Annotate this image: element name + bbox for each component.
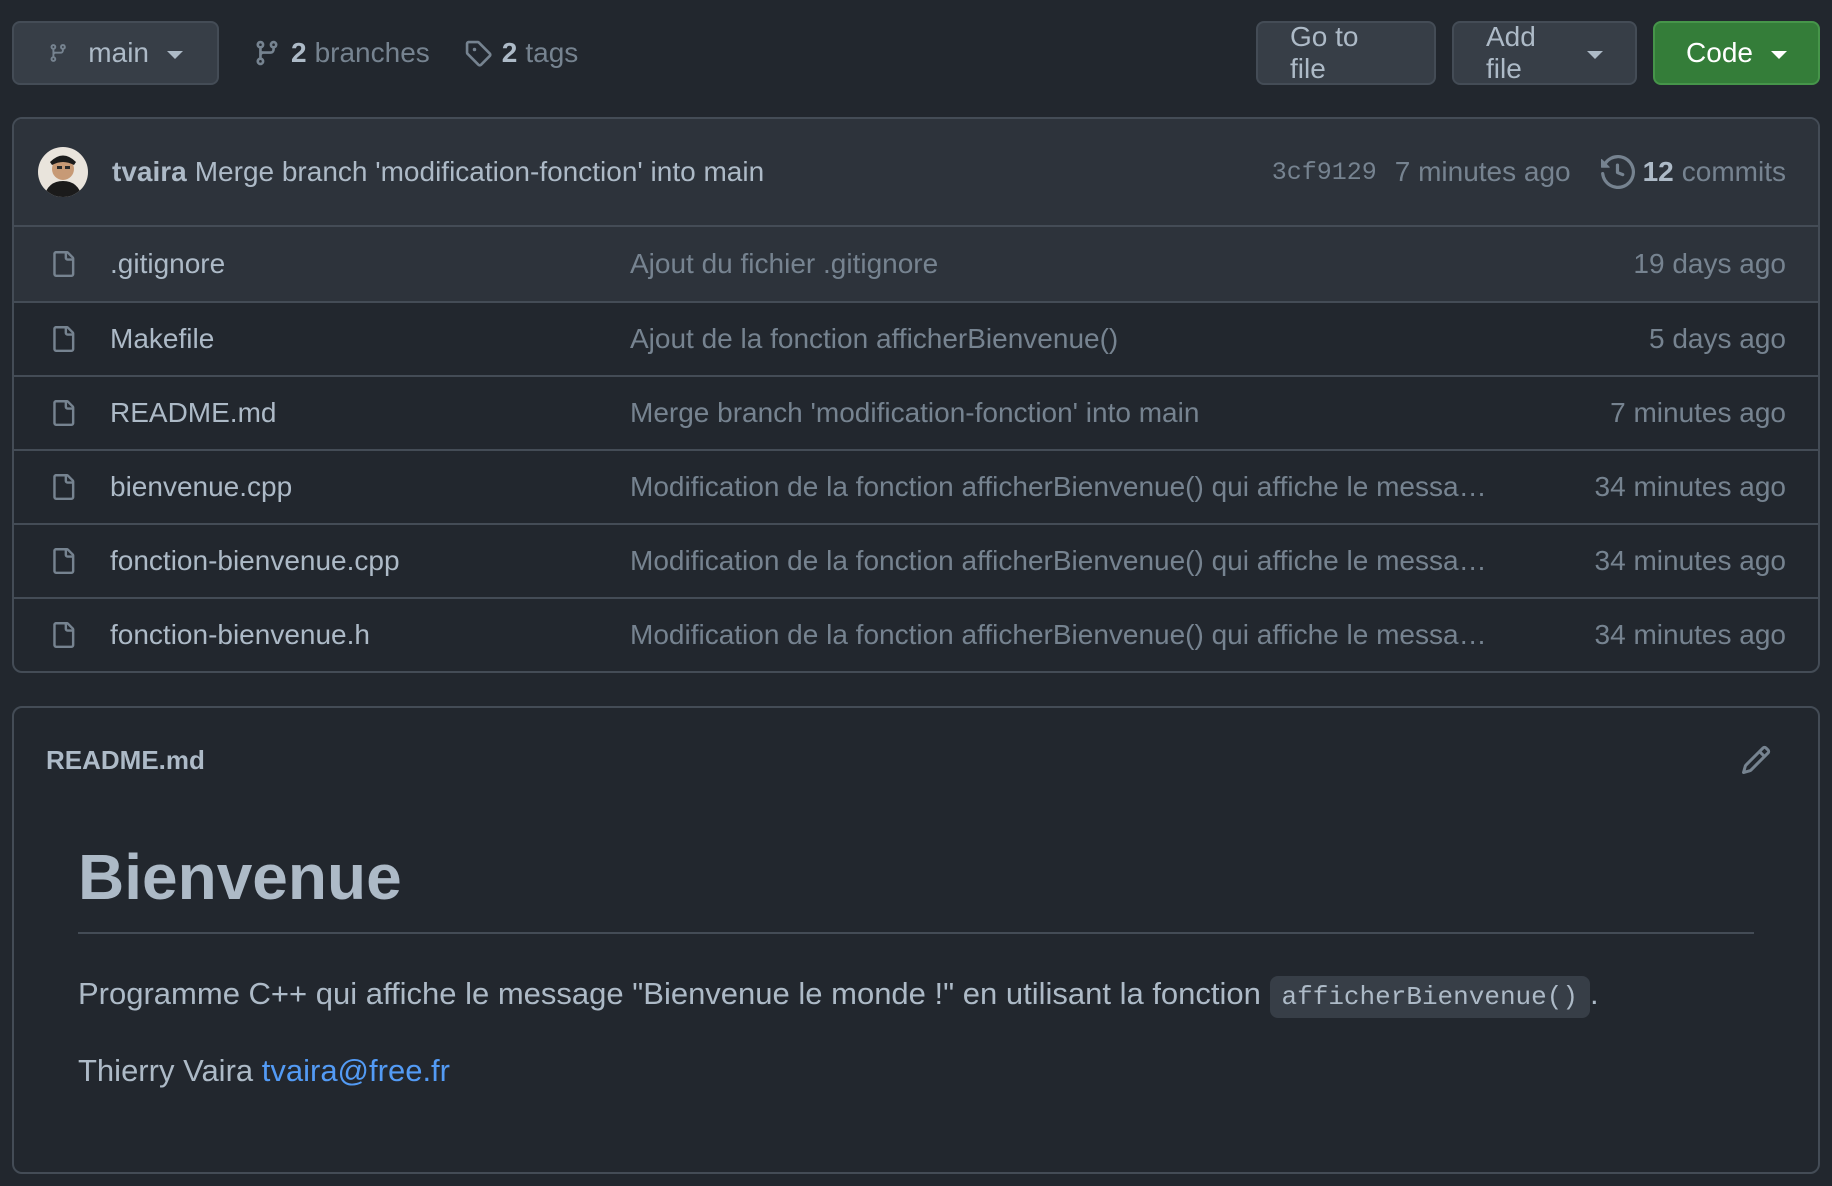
git-branch-icon [256, 40, 278, 66]
file-icon [53, 251, 75, 277]
repo-toolbar: main 2 branches 2 tags Go to file Add fi… [12, 20, 1820, 86]
file-name-link[interactable]: fonction-bienvenue.h [110, 619, 630, 651]
file-age: 5 days ago [1649, 323, 1786, 354]
file-row[interactable]: bienvenue.cpp Modification de la fonction… [14, 449, 1818, 523]
branches-label: branches [314, 37, 430, 68]
readme-paragraph: Programme C++ qui affiche le message "Bi… [78, 972, 1754, 1019]
commits-label: commits [1681, 156, 1786, 187]
avatar[interactable] [38, 147, 88, 197]
readme-paragraph-text: Programme C++ qui affiche le message "Bi… [78, 976, 1270, 1011]
file-age: 34 minutes ago [1594, 471, 1786, 502]
readme-paragraph-end: . [1589, 976, 1599, 1011]
file-row[interactable]: README.md Merge branch 'modification-fonc… [14, 375, 1818, 449]
git-branch-icon [50, 44, 66, 62]
branches-link[interactable]: 2 branches [253, 37, 430, 69]
file-icon [53, 622, 75, 648]
tags-link[interactable]: 2 tags [464, 37, 579, 69]
readme-header: README.md [14, 708, 1818, 812]
go-to-file-button[interactable]: Go to file [1256, 21, 1436, 85]
readme-author-line: Thierry Vaira tvaira@free.fr [78, 1053, 1754, 1089]
file-name-link[interactable]: bienvenue.cpp [110, 471, 630, 503]
branches-count: 2 [291, 37, 307, 68]
file-age: 34 minutes ago [1594, 545, 1786, 576]
commits-link[interactable]: 12 commits [1600, 155, 1786, 189]
file-name-link[interactable]: README.md [110, 397, 630, 429]
file-name-link[interactable]: fonction-bienvenue.cpp [110, 545, 630, 577]
file-name-link[interactable]: .gitignore [110, 248, 630, 280]
commit-sha[interactable]: 3cf9129 [1272, 158, 1377, 187]
file-icon [53, 474, 75, 500]
branch-name: main [88, 37, 149, 68]
repo-page: main 2 branches 2 tags Go to file Add fi… [0, 0, 1832, 1186]
pencil-icon[interactable] [1740, 744, 1772, 776]
commit-time: 7 minutes ago [1394, 156, 1571, 187]
chevron-down-icon [1770, 50, 1787, 59]
file-commit-message[interactable]: Modification de la fonction afficherBien… [630, 545, 1500, 577]
commit-message[interactable]: Merge branch 'modification-fonction' int… [195, 156, 764, 188]
author-name: Thierry Vaira [78, 1053, 262, 1088]
latest-commit-bar: tvaira Merge branch 'modification-foncti… [14, 119, 1818, 227]
file-row[interactable]: Makefile Ajout de la fonction afficherBie… [14, 301, 1818, 375]
chevron-down-icon [1587, 50, 1603, 59]
file-row[interactable]: fonction-bienvenue.h Modification de la f… [14, 597, 1818, 671]
file-commit-message[interactable]: Ajout du fichier .gitignore [630, 248, 1500, 280]
inline-code: afficherBienvenue() [1269, 976, 1590, 1018]
file-age: 34 minutes ago [1594, 619, 1786, 650]
file-icon [53, 548, 75, 574]
file-icon [53, 326, 75, 352]
commit-author[interactable]: tvaira [112, 156, 187, 188]
code-label: Code [1686, 37, 1753, 68]
history-icon [1600, 155, 1635, 189]
file-commit-message[interactable]: Ajout de la fonction afficherBienvenue() [630, 323, 1500, 355]
tags-label: tags [525, 37, 579, 68]
file-browser: tvaira Merge branch 'modification-foncti… [12, 117, 1820, 673]
file-row[interactable]: .gitignore Ajout du fichier .gitignore 19 … [14, 227, 1818, 301]
file-age: 19 days ago [1633, 248, 1786, 279]
file-row[interactable]: fonction-bienvenue.cpp Modification de la… [14, 523, 1818, 597]
file-commit-message[interactable]: Modification de la fonction afficherBien… [630, 471, 1500, 503]
file-icon [53, 400, 75, 426]
readme-content: Bienvenue Programme C++ qui affiche le m… [14, 812, 1818, 1089]
file-name-link[interactable]: Makefile [110, 323, 630, 355]
chevron-down-icon [167, 50, 183, 59]
code-button[interactable]: Code [1653, 21, 1820, 85]
add-file-button[interactable]: Add file [1452, 21, 1637, 85]
tag-icon [465, 40, 492, 67]
tags-count: 2 [501, 37, 518, 68]
file-list: .gitignore Ajout du fichier .gitignore 19 … [14, 227, 1818, 671]
readme-panel: README.md Bienvenue Programme C++ qui af… [12, 706, 1820, 1174]
readme-heading: Bienvenue [78, 812, 1754, 934]
file-commit-message[interactable]: Merge branch 'modification-fonction' int… [630, 397, 1500, 429]
readme-filename[interactable]: README.md [46, 745, 205, 776]
file-commit-message[interactable]: Modification de la fonction afficherBien… [630, 619, 1500, 651]
commits-count: 12 [1642, 156, 1674, 187]
file-age: 7 minutes ago [1610, 397, 1786, 428]
branch-selector[interactable]: main [12, 21, 219, 85]
add-file-label: Add file [1486, 21, 1536, 84]
author-email-link[interactable]: tvaira@free.fr [262, 1053, 450, 1088]
